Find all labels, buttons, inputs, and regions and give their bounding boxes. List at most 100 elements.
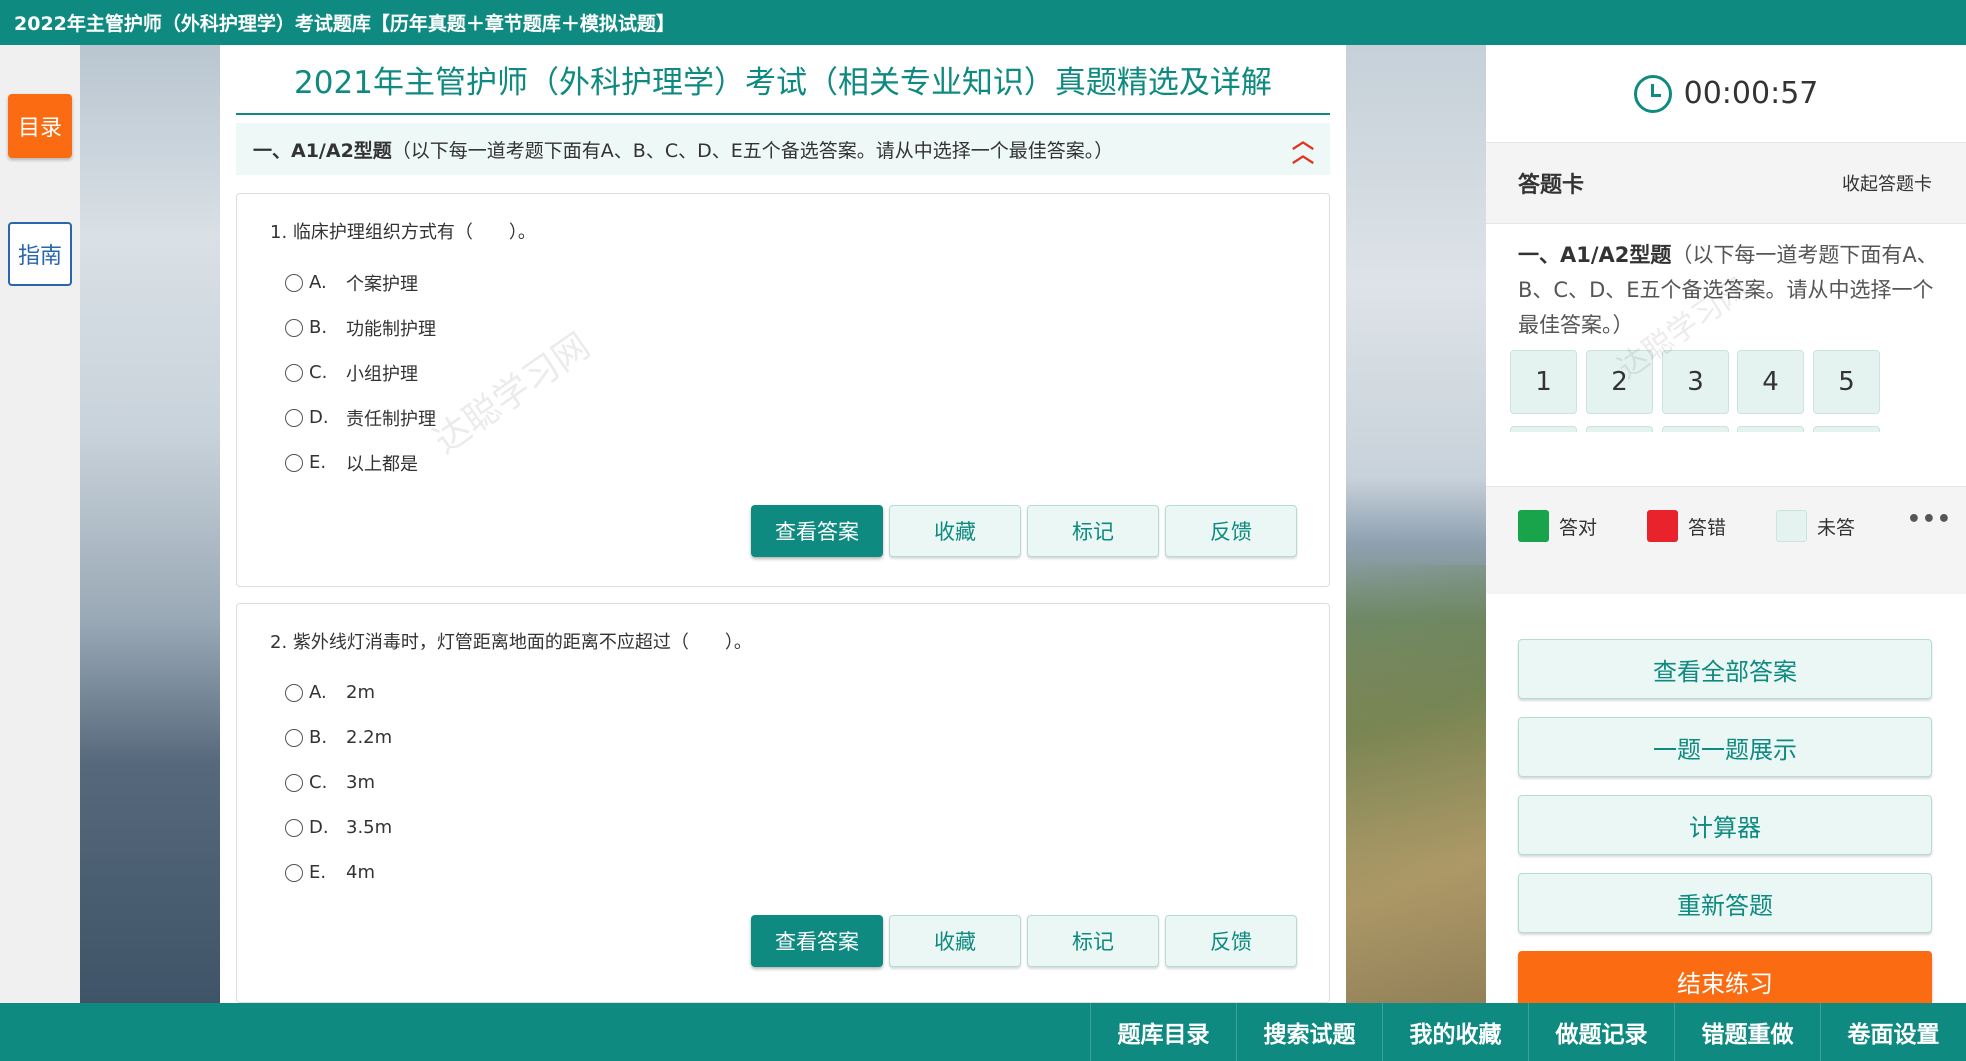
option-list: A. 2m B. 2.2m C. 3m D. 3.5m E. 4m: [285, 670, 392, 895]
correct-swatch: [1518, 510, 1549, 542]
radio-icon[interactable]: [285, 818, 303, 837]
clock-icon: [1633, 74, 1672, 113]
toc-button[interactable]: 目录: [8, 94, 72, 158]
option-text: 小组护理: [346, 363, 418, 385]
calculator-button[interactable]: 计算器: [1518, 795, 1932, 855]
feedback-button[interactable]: 反馈: [1165, 505, 1297, 557]
wrong-swatch: [1647, 510, 1679, 542]
option-key: D.: [309, 817, 329, 838]
option-text: 个案护理: [346, 273, 418, 295]
finish-practice-button[interactable]: 结束练习: [1518, 951, 1932, 1011]
legend-unanswered: 未答: [1776, 510, 1855, 542]
legend-row: 答对 答错 未答: [1518, 509, 1938, 543]
bottom-nav-question-bank[interactable]: 题库目录: [1090, 1003, 1236, 1061]
background-image-left: [80, 45, 220, 1003]
option-b[interactable]: B. 2.2m: [285, 715, 392, 760]
question-card-2: 2. 紫外线灯消毒时，灯管距离地面的距离不应超过（ ）。 A. 2m B. 2.2m…: [236, 603, 1330, 1003]
restart-button[interactable]: 重新答题: [1518, 873, 1932, 933]
option-text: 2.2m: [346, 727, 393, 748]
option-a[interactable]: A. 2m: [285, 670, 392, 715]
bottom-nav-redo-wrong[interactable]: 错题重做: [1674, 1003, 1820, 1061]
question-panel: 2021年主管护师（外科护理学）考试（相关专业知识）真题精选及详解 一、A1/A…: [220, 45, 1346, 1003]
radio-icon[interactable]: [285, 863, 303, 882]
option-key: B.: [309, 727, 328, 748]
option-key: C.: [309, 362, 328, 383]
more-icon[interactable]: •••: [1907, 507, 1952, 532]
radio-icon[interactable]: [285, 728, 303, 747]
collapse-answer-card-button[interactable]: 收起答题卡: [1842, 170, 1932, 196]
option-c[interactable]: C. 3m: [285, 760, 392, 805]
question-card-1: 1. 临床护理组织方式有（ ）。 A. 个案护理 B. 功能制护理 C. 小组护理 D…: [236, 193, 1330, 587]
bottom-nav-settings[interactable]: 卷面设置: [1820, 1003, 1966, 1061]
legend-correct-label: 答对: [1559, 516, 1598, 539]
question-actions: 查看答案 收藏 标记 反馈: [751, 915, 1297, 967]
question-number-cell[interactable]: 10: [1813, 426, 1880, 432]
option-key: D.: [309, 407, 329, 428]
legend-wrong: 答错: [1647, 510, 1726, 542]
radio-icon[interactable]: [285, 363, 303, 382]
legend-correct: 答对: [1518, 510, 1597, 542]
bottom-bar: 题库目录 搜索试题 我的收藏 做题记录 错题重做 卷面设置: [0, 1003, 1966, 1061]
guide-button[interactable]: 指南: [8, 222, 72, 286]
option-text: 3.5m: [346, 817, 393, 838]
question-number-cell[interactable]: 3: [1662, 350, 1729, 414]
paper-title: 2021年主管护师（外科护理学）考试（相关专业知识）真题精选及详解: [236, 45, 1330, 115]
legend-unanswered-label: 未答: [1817, 516, 1856, 539]
view-answer-button[interactable]: 查看答案: [751, 915, 883, 967]
radio-icon[interactable]: [285, 318, 303, 337]
radio-icon[interactable]: [285, 273, 303, 292]
option-key: A.: [309, 272, 327, 293]
question-stem: 2. 紫外线灯消毒时，灯管距离地面的距离不应超过（ ）。: [270, 632, 752, 653]
radio-icon[interactable]: [285, 773, 303, 792]
answer-card-header: 答题卡 收起答题卡: [1486, 142, 1966, 224]
option-text: 以上都是: [346, 453, 418, 475]
window-title: 2022年主管护师（外科护理学）考试题库【历年真题＋章节题库＋模拟试题】: [14, 13, 675, 35]
collapse-chevron-up-icon[interactable]: ︿ ︿: [1290, 131, 1316, 167]
view-all-answers-button[interactable]: 查看全部答案: [1518, 639, 1932, 699]
option-text: 4m: [346, 862, 375, 883]
question-number-cell[interactable]: 7: [1586, 426, 1653, 432]
radio-icon[interactable]: [285, 683, 303, 702]
answer-card-body[interactable]: 一、A1/A2型题（以下每一道考题下面有A、B、C、D、E五个备选答案。请从中选…: [1486, 224, 1966, 432]
option-e[interactable]: E. 4m: [285, 850, 392, 895]
favorite-button[interactable]: 收藏: [889, 915, 1021, 967]
option-text: 3m: [346, 772, 375, 793]
bottom-nav-history[interactable]: 做题记录: [1528, 1003, 1674, 1061]
bottom-nav: 题库目录 搜索试题 我的收藏 做题记录 错题重做 卷面设置: [1090, 1003, 1966, 1061]
left-rail: 目录 指南: [0, 45, 80, 1003]
bottom-nav-favorites[interactable]: 我的收藏: [1382, 1003, 1528, 1061]
option-key: C.: [309, 772, 328, 793]
unanswered-swatch: [1776, 510, 1808, 542]
question-number-cell[interactable]: 5: [1813, 350, 1880, 414]
option-text: 责任制护理: [346, 408, 436, 430]
background-image-right: [1346, 45, 1486, 1003]
question-number-cell[interactable]: 8: [1662, 426, 1729, 432]
section-desc: （以下每一道考题下面有A、B、C、D、E五个备选答案。请从中选择一个最佳答案。）: [391, 139, 1114, 162]
option-e[interactable]: E. 以上都是: [285, 440, 436, 485]
radio-icon[interactable]: [285, 408, 303, 427]
window-title-bar: 2022年主管护师（外科护理学）考试题库【历年真题＋章节题库＋模拟试题】: [0, 0, 1966, 45]
question-number-cell[interactable]: 9: [1737, 426, 1804, 432]
one-by-one-button[interactable]: 一题一题展示: [1518, 717, 1932, 777]
option-a[interactable]: A. 个案护理: [285, 260, 436, 305]
question-number-cell[interactable]: 1: [1510, 350, 1577, 414]
question-actions: 查看答案 收藏 标记 反馈: [751, 505, 1297, 557]
favorite-button[interactable]: 收藏: [889, 505, 1021, 557]
mark-button[interactable]: 标记: [1027, 505, 1159, 557]
option-d[interactable]: D. 责任制护理: [285, 395, 436, 440]
option-b[interactable]: B. 功能制护理: [285, 305, 436, 350]
bottom-nav-search[interactable]: 搜索试题: [1236, 1003, 1382, 1061]
option-text: 功能制护理: [346, 318, 436, 340]
radio-icon[interactable]: [285, 453, 303, 472]
feedback-button[interactable]: 反馈: [1165, 915, 1297, 967]
timer: 00:00:57: [1486, 45, 1966, 142]
question-number-cell[interactable]: 4: [1737, 350, 1804, 414]
question-number-cell[interactable]: 2: [1586, 350, 1653, 414]
question-number-cell[interactable]: 6: [1510, 426, 1577, 432]
mark-button[interactable]: 标记: [1027, 915, 1159, 967]
section-name: 一、A1/A2型题: [253, 139, 392, 162]
option-d[interactable]: D. 3.5m: [285, 805, 392, 850]
option-c[interactable]: C. 小组护理: [285, 350, 436, 395]
option-key: E.: [309, 452, 327, 473]
view-answer-button[interactable]: 查看答案: [751, 505, 883, 557]
